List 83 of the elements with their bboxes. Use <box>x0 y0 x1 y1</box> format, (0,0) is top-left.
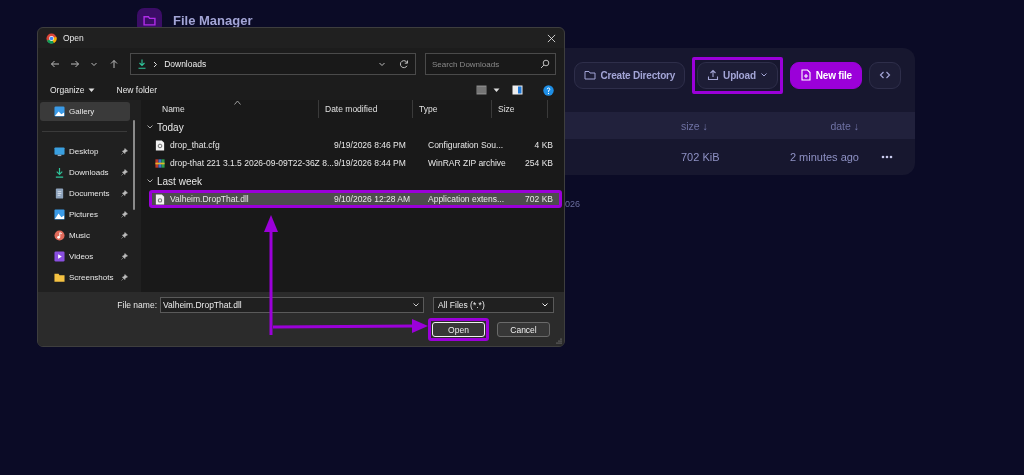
code-icon <box>879 69 891 81</box>
file-row[interactable]: drop_that.cfg 9/19/2026 8:46 PM Configuration Sou... 4 KB <box>149 136 562 154</box>
folder-icon <box>54 272 65 283</box>
open-button[interactable]: Open <box>432 322 485 337</box>
browser-logo-icon <box>46 32 57 44</box>
table-cell-text: 702 KiB <box>680 151 721 163</box>
column-header[interactable]: Date modified <box>319 100 413 118</box>
upload-icon <box>707 69 720 81</box>
group-header[interactable]: Today <box>141 118 190 136</box>
table-cell-text: 2 minutes ago <box>788 151 859 163</box>
file-plus-icon <box>799 69 812 81</box>
file-name: drop-that 221 3.1.5 2026-09-09T22-36Z 8... <box>170 158 334 168</box>
chevron-down-icon <box>541 301 549 309</box>
file-type: Configuration Sou... <box>427 140 503 150</box>
picture-icon <box>54 209 65 220</box>
file-size: 702 KB <box>524 194 554 204</box>
new-file-button[interactable]: New file <box>789 61 862 89</box>
download-icon <box>54 167 65 178</box>
search-icon <box>540 59 551 69</box>
help-icon[interactable] <box>543 84 554 96</box>
chevron-down-icon <box>146 177 154 185</box>
column-header[interactable]: Name <box>141 100 319 118</box>
footer-text: 026 <box>565 199 582 209</box>
file-name: drop_that.cfg <box>170 140 220 150</box>
sidebar-item[interactable]: Downloads <box>40 163 130 182</box>
caret-icon <box>759 71 768 79</box>
scrollbar[interactable] <box>133 120 135 210</box>
file-name-field[interactable]: Valheim.DropThat.dll <box>160 297 424 313</box>
close-icon[interactable] <box>547 33 556 43</box>
music-icon <box>54 230 65 241</box>
file-size: 4 KB <box>533 140 554 150</box>
caret-icon[interactable] <box>493 87 500 93</box>
monitor-icon <box>54 146 65 157</box>
address-bar[interactable]: Downloads <box>130 53 417 75</box>
sidebar-item[interactable]: Documents <box>40 184 130 203</box>
file-row[interactable]: Valheim.DropThat.dll 9/10/2026 12:28 AM Application extens... 702 KB <box>149 190 562 208</box>
column-header[interactable]: date ↓ <box>739 119 859 132</box>
preview-pane-icon[interactable] <box>512 85 523 95</box>
sidebar-item[interactable]: Videos <box>40 247 130 266</box>
create-directory-button[interactable]: Create Directory <box>574 61 686 89</box>
file-type-dropdown[interactable]: All Files (*.*) <box>433 297 554 313</box>
dialog-title: Open <box>63 33 84 43</box>
file-name: Valheim.DropThat.dll <box>170 194 249 204</box>
file-name-label: File name: <box>116 300 158 310</box>
document-icon <box>54 188 65 199</box>
sidebar-item[interactable]: Screenshots <box>40 268 130 287</box>
app-title: File Manager <box>173 12 253 28</box>
sidebar-item[interactable]: Desktop <box>40 142 130 161</box>
organize-menu[interactable]: Organize <box>48 85 97 95</box>
up-arrow-icon[interactable] <box>109 59 120 69</box>
view-icon[interactable] <box>476 85 487 95</box>
sort-caret-icon <box>234 100 241 105</box>
chevron-right-icon <box>153 60 159 68</box>
folder-plus-icon <box>584 69 597 81</box>
sidebar-item[interactable]: Music <box>40 226 130 245</box>
download-icon <box>137 59 148 69</box>
group-header[interactable]: Last week <box>141 172 209 190</box>
gear-file-icon <box>155 193 165 205</box>
refresh-icon[interactable] <box>399 59 410 69</box>
more-icon[interactable] <box>881 155 893 159</box>
caret-icon <box>87 87 95 93</box>
picture-icon <box>54 106 65 117</box>
chevron-down-icon <box>412 301 420 309</box>
column-header[interactable]: Type <box>413 100 492 118</box>
back-arrow-icon[interactable] <box>49 59 60 69</box>
search-field[interactable]: Search Downloads <box>425 53 557 75</box>
code-button[interactable] <box>869 61 901 89</box>
file-date: 9/19/2026 8:46 PM <box>333 140 407 150</box>
upload-button[interactable]: Upload <box>697 61 778 89</box>
chevron-down-icon <box>146 123 154 131</box>
column-header[interactable]: size ↓ <box>644 119 739 132</box>
settings-file-icon <box>155 139 165 151</box>
cancel-button[interactable]: Cancel <box>497 322 550 337</box>
sidebar-item[interactable]: Pictures <box>40 205 130 224</box>
sidebar-item[interactable]: Gallery <box>40 102 130 121</box>
file-row[interactable]: drop-that 221 3.1.5 2026-09-09T22-36Z 8...9/19/2026 8:44 PM WinRAR ZIP archive 254 KB <box>149 154 562 172</box>
new-folder-button[interactable]: New folder <box>114 85 160 95</box>
video-icon <box>54 251 65 262</box>
file-date: 9/10/2026 12:28 AM <box>333 194 412 204</box>
archive-icon <box>155 157 165 169</box>
forward-arrow-icon[interactable] <box>69 59 80 69</box>
column-header[interactable]: Size <box>492 100 548 118</box>
file-type: Application extens... <box>427 194 503 204</box>
